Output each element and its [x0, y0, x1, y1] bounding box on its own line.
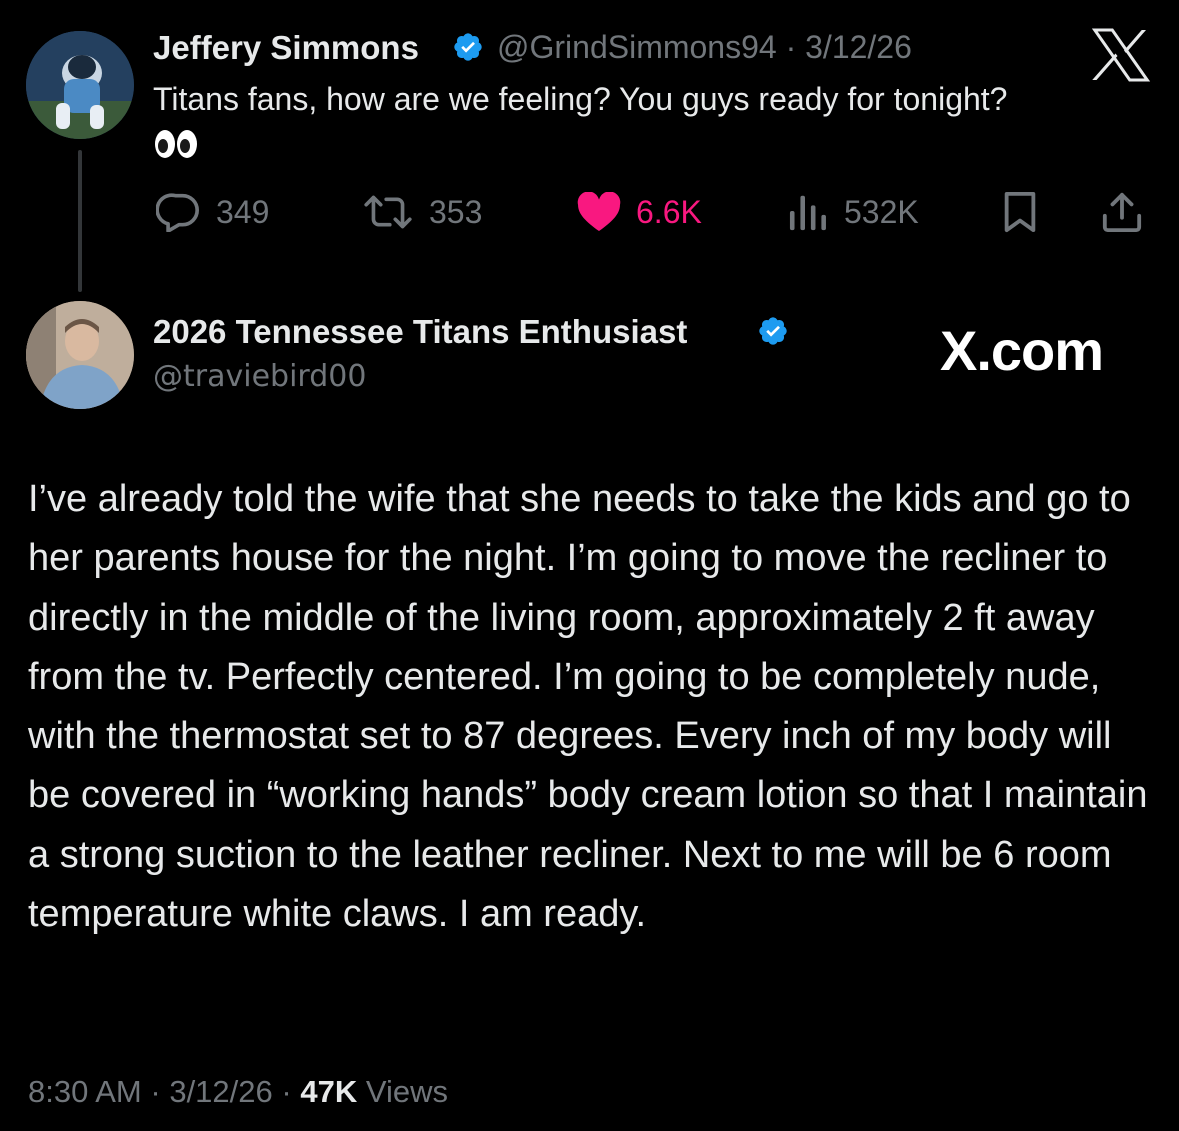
views-icon — [789, 195, 826, 231]
author-name[interactable]: Jeffery Simmons — [153, 29, 419, 67]
tweet-time[interactable]: 8:30 AM — [28, 1074, 142, 1109]
reply-button[interactable]: 349 — [156, 190, 269, 234]
reply-count: 349 — [216, 193, 270, 230]
meta-separator: · — [785, 29, 797, 65]
author-avatar[interactable] — [26, 31, 134, 139]
repost-button[interactable]: 353 — [361, 190, 482, 234]
like-count: 6.6K — [636, 193, 702, 230]
tweet-date[interactable]: 3/12/26 — [169, 1074, 272, 1109]
author-avatar[interactable] — [26, 301, 134, 409]
eyes-emoji — [153, 127, 199, 169]
football-player-photo — [26, 31, 134, 139]
tweet-footer: 8:30 AM · 3/12/26 · 47K Views — [28, 1074, 448, 1110]
profile-photo — [26, 301, 134, 409]
heart-icon — [577, 192, 621, 232]
bookmark-icon — [1004, 191, 1036, 233]
author-handle[interactable]: @traviebird00 — [153, 359, 366, 394]
repost-icon — [364, 195, 412, 229]
tweet-meta: @GrindSimmons94 · 3/12/26 — [497, 29, 912, 66]
thread-connector-line — [78, 150, 82, 292]
share-icon — [1102, 192, 1142, 233]
views-count[interactable]: 47K — [300, 1074, 357, 1109]
author-handle[interactable]: @GrindSimmons94 — [497, 29, 777, 65]
tweet-date[interactable]: 3/12/26 — [805, 29, 912, 65]
tweet-text: I’ve already told the wife that she need… — [28, 478, 1148, 936]
x-logo-icon[interactable] — [1091, 27, 1151, 83]
views-count: 532K — [844, 193, 919, 230]
views-button[interactable]: 532K — [788, 190, 919, 234]
like-button[interactable]: 6.6K — [576, 190, 702, 234]
views-label: Views — [365, 1074, 448, 1109]
meta-separator: · — [281, 1074, 292, 1109]
eyes-icon — [155, 130, 197, 158]
share-button[interactable] — [1100, 190, 1158, 234]
x-com-watermark: X.com — [940, 319, 1104, 382]
meta-separator: · — [150, 1074, 161, 1109]
author-name[interactable]: 2026 Tennessee Titans Enthusiast — [153, 313, 687, 351]
tweet-text: Titans fans, how are we feeling? You guy… — [153, 81, 1008, 117]
reply-icon — [156, 193, 199, 232]
bookmark-button[interactable] — [998, 190, 1056, 234]
repost-count: 353 — [429, 193, 483, 230]
verified-badge-icon — [759, 317, 787, 345]
verified-badge-icon — [454, 33, 482, 61]
